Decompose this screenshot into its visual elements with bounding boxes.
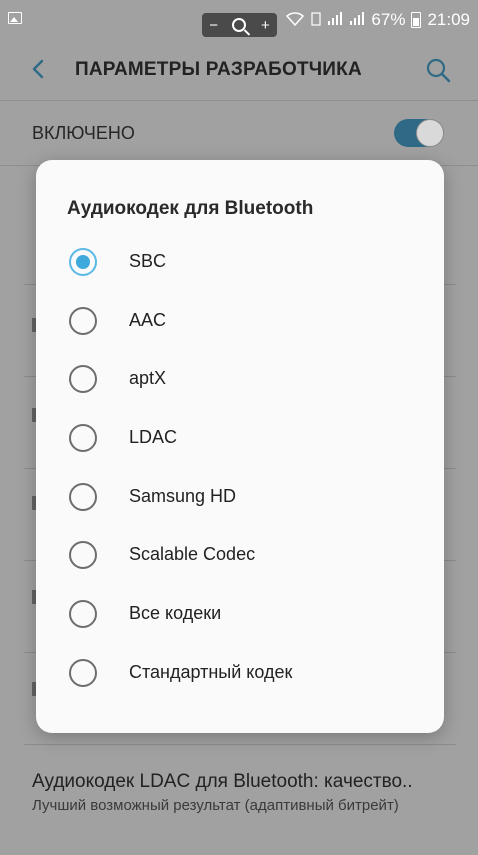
radio-button-icon[interactable] xyxy=(69,483,97,511)
sim-icon xyxy=(311,11,322,29)
battery-percent: 67% xyxy=(371,10,406,29)
status-bar: − + 67% 21:09 xyxy=(0,0,478,40)
option-label: SBC xyxy=(129,251,167,271)
codec-dialog: Аудиокодек для Bluetooth SBC AAC aptX LD… xyxy=(36,160,444,733)
dialog-title: Аудиокодек для Bluetooth xyxy=(67,198,314,219)
radio-button-icon[interactable] xyxy=(69,541,97,569)
magnifier-icon[interactable] xyxy=(232,18,247,32)
option-label: Scalable Codec xyxy=(129,544,256,564)
ldac-quality-setting-summary: Лучший возможный результат (адаптивный б… xyxy=(32,797,399,814)
radio-button-icon[interactable] xyxy=(69,248,97,276)
codec-option-aac[interactable]: AAC xyxy=(36,292,444,350)
signal-icon-2 xyxy=(349,11,365,29)
signal-icon-1 xyxy=(327,11,343,29)
option-label: AAC xyxy=(129,310,167,330)
option-label: aptX xyxy=(129,368,167,388)
battery-icon xyxy=(411,12,422,28)
option-label: LDAC xyxy=(129,427,178,447)
ldac-quality-setting-title[interactable]: Аудиокодек LDAC для Bluetooth: качество.… xyxy=(32,771,413,793)
master-switch-label: ВКЛЮЧЕНО xyxy=(32,123,135,143)
master-switch-row[interactable]: ВКЛЮЧЕНО xyxy=(0,101,478,165)
codec-option-samsung-hd[interactable]: Samsung HD xyxy=(36,468,444,526)
wifi-icon xyxy=(285,11,305,30)
zoom-out-button[interactable]: − xyxy=(209,17,218,34)
clock: 21:09 xyxy=(427,10,470,29)
radio-button-icon[interactable] xyxy=(69,307,97,335)
codec-option-sbc[interactable]: SBC xyxy=(36,233,444,291)
page-title: ПАРАМЕТРЫ РАЗРАБОТЧИКА xyxy=(75,59,362,80)
search-icon[interactable] xyxy=(424,56,452,84)
radio-button-icon[interactable] xyxy=(69,424,97,452)
codec-option-standard[interactable]: Стандартный кодек xyxy=(36,644,444,702)
radio-button-icon[interactable] xyxy=(69,600,97,628)
radio-button-icon[interactable] xyxy=(69,659,97,687)
radio-button-icon[interactable] xyxy=(69,365,97,393)
zoom-in-button[interactable]: + xyxy=(261,17,270,34)
zoom-controls[interactable]: − + xyxy=(202,13,277,37)
toggle-knob xyxy=(416,119,444,147)
codec-option-ldac[interactable]: LDAC xyxy=(36,409,444,467)
back-arrow-icon[interactable] xyxy=(28,58,50,80)
master-switch-toggle[interactable] xyxy=(394,119,444,147)
option-label: Стандартный кодек xyxy=(129,662,293,682)
codec-option-all[interactable]: Все кодеки xyxy=(36,585,444,643)
option-label: Samsung HD xyxy=(129,486,237,506)
codec-option-scalable[interactable]: Scalable Codec xyxy=(36,526,444,584)
gallery-notification-icon xyxy=(8,12,22,24)
list-divider xyxy=(24,744,456,745)
option-label: Все кодеки xyxy=(129,603,222,623)
app-bar: ПАРАМЕТРЫ РАЗРАБОТЧИКА xyxy=(0,40,478,100)
codec-option-aptx[interactable]: aptX xyxy=(36,350,444,408)
